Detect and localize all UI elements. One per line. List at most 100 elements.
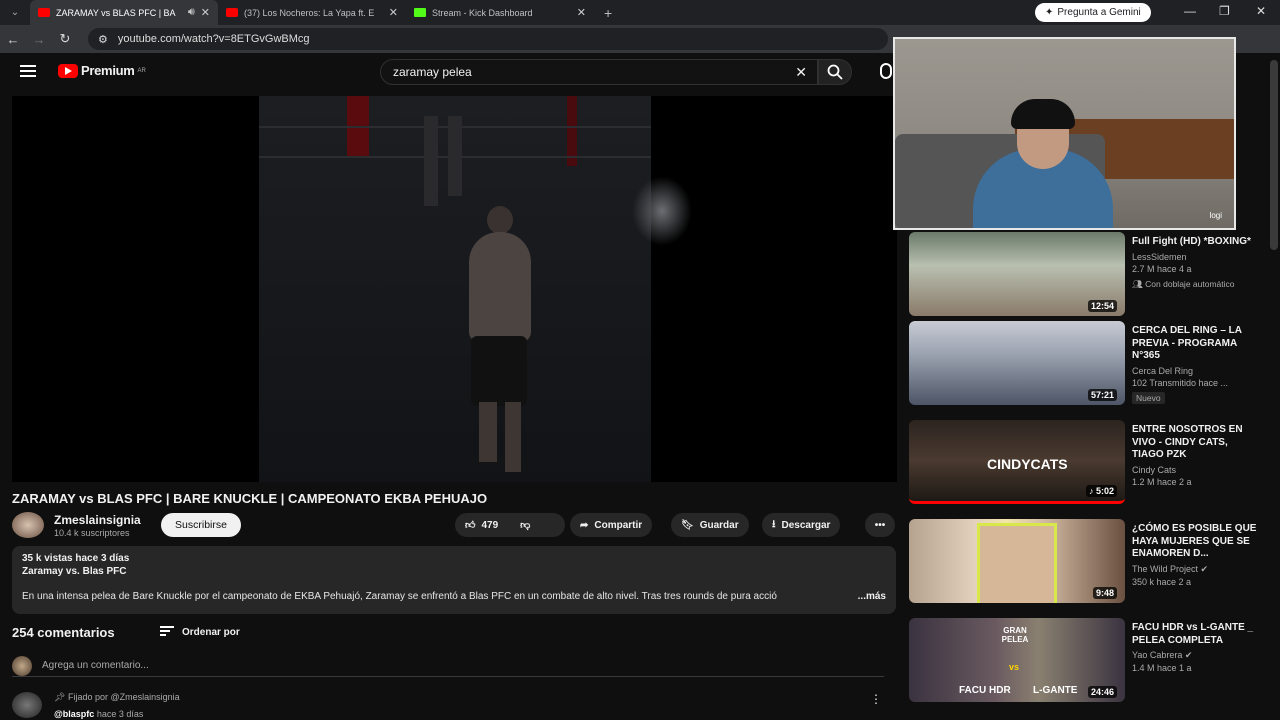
rec-meta: 350 k hace 2 a — [1132, 576, 1192, 587]
webcam-overlay: logi — [893, 37, 1236, 230]
description-text: En una intensa pelea de Bare Knuckle por… — [22, 591, 777, 602]
video-thumbnail[interactable]: 9:48 — [909, 519, 1125, 603]
close-tab-icon[interactable]: ✕ — [577, 6, 586, 19]
sort-label: Ordenar por — [182, 626, 240, 638]
search-input[interactable]: zaramay pelea ✕ — [380, 59, 818, 85]
rec-channel[interactable]: LessSidemen — [1132, 252, 1257, 262]
video-thumbnail[interactable]: GRAN PELEA vs FACU HDR L-GANTE 24:46 — [909, 618, 1125, 702]
channel-name[interactable]: The Wild Project — [1132, 564, 1198, 574]
share-button[interactable]: ➦ Compartir — [570, 513, 653, 537]
voice-search-icon[interactable] — [880, 63, 892, 79]
fighter-silhouette — [414, 96, 474, 216]
rec-title[interactable]: ENTRE NOSOTROS EN VIVO - CINDY CATS, TIA… — [1132, 424, 1257, 462]
close-tab-icon[interactable]: ✕ — [389, 6, 398, 19]
rec-channel[interactable]: Yao Cabrera ✔ — [1132, 650, 1257, 661]
close-tab-icon[interactable]: ✕ — [201, 6, 210, 19]
new-tab-icon[interactable]: + — [594, 5, 622, 21]
rec-title[interactable]: CERCA DEL RING – LA PREVIA - PROGRAMA N°… — [1132, 325, 1257, 363]
comment-author[interactable]: @blaspfc hace 3 días — [54, 709, 143, 719]
youtube-premium-logo[interactable]: Premium AR — [58, 63, 146, 78]
subscribe-button[interactable]: Suscribirse — [161, 513, 241, 537]
dub-badge: 👥︎ Con doblaje automático — [1132, 279, 1234, 290]
rec-title[interactable]: FACU HDR vs L-GANTE _ PELEA COMPLETA — [1132, 622, 1257, 647]
sort-icon — [160, 626, 174, 638]
video-title: ZARAMAY vs BLAS PFC | BARE KNUCKLE | CAM… — [12, 491, 488, 506]
pinned-comment: 📌︎ Fijado por @Zmeslainsignia @blaspfc h… — [12, 690, 892, 720]
kick-favicon-icon — [414, 8, 426, 17]
browser-tab-bar: ⌄ ZARAMAY vs BLAS PFC | BA 🔊︎ ✕ (37) Los… — [0, 0, 1280, 25]
rec-channel[interactable]: The Wild Project ✔ — [1132, 564, 1257, 575]
recommendation-card[interactable]: CINDYCATS ♪ 5:02 ENTRE NOSOTROS EN VIVO … — [909, 418, 1269, 513]
like-dislike-group: 👍︎ 479 👎︎ — [455, 513, 565, 537]
gran-pelea-badge: GRAN PELEA — [1001, 626, 1029, 644]
page-scrollbar[interactable] — [1270, 60, 1278, 250]
duration-badge: 24:46 — [1087, 686, 1117, 698]
youtube-favicon-icon — [38, 8, 50, 17]
video-thumbnail[interactable]: 12:54 — [909, 232, 1125, 316]
close-window-icon[interactable]: ✕ — [1256, 4, 1266, 18]
recommendation-card[interactable]: 57:21 CERCA DEL RING – LA PREVIA - PROGR… — [909, 319, 1269, 414]
description-box[interactable]: 35 k vistas hace 3 días Zaramay vs. Blas… — [12, 546, 896, 614]
search-icon — [827, 64, 843, 80]
minimize-icon[interactable]: — — [1184, 4, 1196, 18]
restore-icon[interactable]: ❐ — [1219, 4, 1230, 18]
channel-name[interactable]: Yao Cabrera — [1132, 650, 1182, 660]
like-icon[interactable]: 👍︎ — [465, 519, 475, 531]
like-count[interactable]: 479 — [481, 520, 498, 531]
more-actions-button[interactable]: ••• — [865, 513, 895, 537]
video-thumbnail[interactable]: 57:21 — [909, 321, 1125, 405]
rec-channel[interactable]: Cerca Del Ring — [1132, 366, 1257, 376]
hamburger-menu-icon[interactable] — [20, 65, 36, 80]
forward-icon[interactable]: → — [26, 32, 52, 47]
recommendation-card[interactable]: 12:54 Full Fight (HD) *BOXING* LessSidem… — [909, 230, 1269, 325]
rec-title[interactable]: ¿CÓMO ES POSIBLE QUE HAYA MUJERES QUE SE… — [1132, 523, 1257, 561]
thumbnail-text: CINDYCATS — [987, 456, 1068, 472]
video-frame — [259, 96, 651, 482]
audio-icon[interactable]: 🔊︎ — [188, 6, 195, 19]
commenter-avatar[interactable] — [12, 692, 42, 718]
light-flare — [632, 176, 692, 246]
comment-time: hace 3 días — [96, 709, 144, 719]
rec-channel[interactable]: Cindy Cats — [1132, 465, 1257, 475]
duration-badge: 57:21 — [1087, 389, 1117, 401]
clear-search-icon[interactable]: ✕ — [795, 64, 807, 81]
tab-kick-dashboard[interactable]: Stream - Kick Dashboard ✕ — [406, 0, 594, 25]
video-player[interactable] — [12, 96, 897, 482]
search-button[interactable] — [818, 59, 852, 85]
save-label: Guardar — [699, 519, 739, 531]
rec-title[interactable]: Full Fight (HD) *BOXING* — [1132, 236, 1257, 249]
recommendation-card[interactable]: GRAN PELEA vs FACU HDR L-GANTE 24:46 FAC… — [909, 616, 1269, 711]
webcam-label: logi — [1209, 211, 1222, 220]
gemini-label: Pregunta a Gemini — [1057, 7, 1141, 18]
more-horizontal-icon: ••• — [874, 519, 886, 531]
author-handle[interactable]: @blaspfc — [54, 709, 94, 719]
tab-title: Stream - Kick Dashboard — [432, 7, 533, 18]
channel-avatar[interactable] — [12, 512, 44, 538]
back-icon[interactable]: ← — [0, 32, 26, 47]
vs-text: vs — [1009, 662, 1020, 672]
show-more-link[interactable]: ...más — [858, 591, 886, 602]
dislike-icon[interactable]: 👎︎ — [520, 519, 530, 531]
tab-search-chevron-icon[interactable]: ⌄ — [0, 7, 30, 18]
tab-youtube-nocheros[interactable]: (37) Los Nocheros: La Yapa ft. E ✕ — [218, 0, 406, 25]
save-button[interactable]: 🔖︎ Guardar — [671, 513, 749, 537]
reload-icon[interactable]: ↻ — [52, 31, 78, 47]
gemini-button[interactable]: ✦ Pregunta a Gemini — [1035, 3, 1151, 22]
share-label: Compartir — [594, 519, 643, 531]
sort-comments-button[interactable]: Ordenar por — [160, 626, 240, 638]
tab-youtube-zaramay[interactable]: ZARAMAY vs BLAS PFC | BA 🔊︎ ✕ — [30, 0, 218, 25]
download-button[interactable]: ⭳ Descargar — [762, 513, 841, 537]
channel-name[interactable]: Zmeslainsignia — [54, 513, 141, 527]
pinned-label: 📌︎ Fijado por @Zmeslainsignia — [54, 692, 180, 703]
video-thumbnail[interactable]: CINDYCATS ♪ 5:02 — [909, 420, 1125, 504]
fighter-left-name: FACU HDR — [959, 685, 1011, 696]
url-text: youtube.com/watch?v=8ETGvGwBMcg — [117, 33, 310, 45]
pinned-text: Fijado por @Zmeslainsignia — [67, 692, 180, 702]
url-field[interactable]: ⚙ youtube.com/watch?v=8ETGvGwBMcg — [88, 28, 888, 50]
add-comment-field[interactable]: Agrega un comentario... — [12, 655, 884, 677]
site-info-icon[interactable]: ⚙ — [98, 33, 108, 46]
recommendation-card[interactable]: 9:48 ¿CÓMO ES POSIBLE QUE HAYA MUJERES Q… — [909, 517, 1269, 612]
inset-photo — [977, 523, 1057, 603]
dub-label: Con doblaje automático — [1145, 278, 1235, 289]
comment-menu-icon[interactable]: ⋮ — [870, 692, 882, 706]
